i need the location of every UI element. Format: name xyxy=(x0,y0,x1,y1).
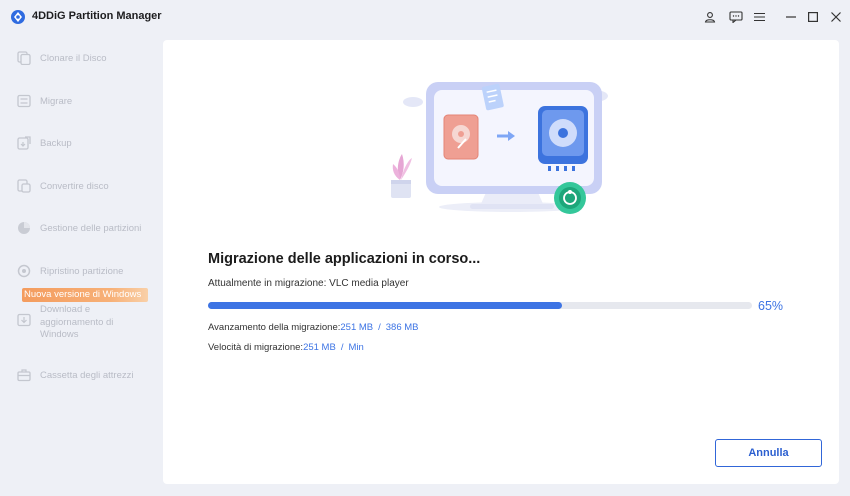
migration-progress-fill xyxy=(208,302,562,309)
migration-progress-stat: Avanzamento della migrazione:251 MB / 386 … xyxy=(208,322,419,333)
sidebar-item-windows-download[interactable]: Download e aggiornamento di Windows xyxy=(16,304,113,342)
progress-total-value: 386 MB xyxy=(385,322,419,333)
minimize-icon[interactable] xyxy=(782,8,800,26)
migrate-icon xyxy=(16,93,32,109)
app-logo-icon xyxy=(11,10,25,24)
account-icon[interactable] xyxy=(701,8,719,26)
convert-disk-icon xyxy=(16,178,32,194)
restore-partition-icon xyxy=(16,263,32,279)
close-icon[interactable] xyxy=(827,8,845,26)
sidebar-item-label: Ripristino partizione xyxy=(40,265,124,277)
page-title: Migrazione delle applicazioni in corso..… xyxy=(208,251,481,267)
speed-value: 251 MB xyxy=(303,342,336,353)
migration-progress-bar xyxy=(208,302,752,309)
maximize-icon[interactable] xyxy=(804,8,822,26)
windows-download-icon xyxy=(16,312,32,328)
app-title: 4DDiG Partition Manager xyxy=(32,10,162,22)
sidebar-item-clone-disk[interactable]: Clonare il Disco xyxy=(16,50,107,66)
sidebar-item-label: Migrare xyxy=(40,95,73,107)
main-panel: Migrazione delle applicazioni in corso..… xyxy=(163,40,839,484)
title-bar: 4DDiG Partition Manager xyxy=(0,0,850,34)
new-windows-version-badge: Nuova versione di Windows xyxy=(22,288,148,302)
sidebar-download-line-3: Windows xyxy=(40,329,79,340)
sidebar-item-backup[interactable]: Backup xyxy=(16,135,72,151)
sidebar-download-line-1: Download e xyxy=(40,304,91,315)
backup-icon xyxy=(16,135,32,151)
progress-done-value: 251 MB xyxy=(340,322,374,333)
sidebar-item-label: Gestione delle partizioni xyxy=(40,222,142,234)
menu-icon[interactable] xyxy=(750,8,768,26)
sidebar-item-migrate[interactable]: Migrare xyxy=(16,93,72,109)
sidebar-item-label: Backup xyxy=(40,137,72,149)
current-migration-label: Attualmente in migrazione: VLC media pla… xyxy=(208,278,409,289)
progress-percent: 65% xyxy=(758,299,784,313)
cancel-button[interactable]: Annulla xyxy=(715,439,822,467)
feedback-icon[interactable] xyxy=(727,8,745,26)
migration-speed-stat: Velocità di migrazione:251 MB / Min xyxy=(208,342,364,353)
sidebar-item-restore-partition[interactable]: Ripristino partizione xyxy=(16,263,123,279)
clone-disk-icon xyxy=(16,50,32,66)
sidebar-item-convert-disk[interactable]: Convertire disco xyxy=(16,178,109,194)
sidebar-item-partition-management[interactable]: Gestione delle partizioni xyxy=(16,220,141,236)
speed-unit: Min xyxy=(348,342,364,353)
progress-separator: / xyxy=(378,322,381,333)
partition-pie-icon xyxy=(16,220,32,236)
sidebar-download-line-2: aggiornamento di xyxy=(40,316,114,328)
migration-illustration xyxy=(391,82,608,214)
sidebar-item-toolbox[interactable]: Cassetta degli attrezzi xyxy=(16,367,133,383)
sidebar-item-label: Clonare il Disco xyxy=(40,52,107,64)
sidebar: Clonare il Disco Migrare Backup Converti… xyxy=(0,40,160,496)
progress-label: Avanzamento della migrazione: xyxy=(208,322,341,333)
sidebar-item-label: Cassetta degli attrezzi xyxy=(40,369,134,381)
toolbox-icon xyxy=(16,367,32,383)
sidebar-item-label: Convertire disco xyxy=(40,180,109,192)
speed-label: Velocità di migrazione: xyxy=(208,342,304,353)
speed-separator: / xyxy=(340,342,344,353)
